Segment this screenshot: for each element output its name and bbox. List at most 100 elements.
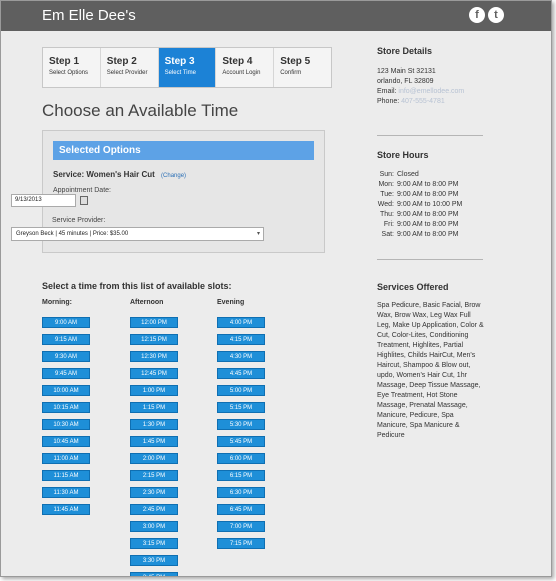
time-slot-button[interactable]: 12:30 PM (130, 351, 178, 362)
afternoon-label: Afternoon (130, 299, 164, 306)
step-4[interactable]: Step 4 Account Login (216, 48, 275, 87)
afternoon-slots: 12:00 PM 12:15 PM 12:30 PM 12:45 PM 1:00 PM 1… (130, 317, 178, 576)
time-slot-button[interactable]: 10:45 AM (42, 436, 90, 447)
hours-row: Fri: 9:00 AM to 8:00 PM (377, 220, 462, 230)
time-slot-button[interactable]: 5:15 PM (217, 402, 265, 413)
time-slot-button[interactable]: 3:30 PM (130, 555, 178, 566)
time-slot-button[interactable]: 2:30 PM (130, 487, 178, 498)
time-slot-button[interactable]: 1:00 PM (130, 385, 178, 396)
time-slot-button[interactable]: 2:15 PM (130, 470, 178, 481)
service-provider-value: Greyson Beck | 45 minutes | Price: $35.0… (16, 231, 129, 237)
hours-time: Closed (397, 171, 419, 178)
step-subtitle: Account Login (222, 70, 261, 76)
evening-label: Evening (217, 299, 245, 306)
time-slot-button[interactable]: 2:45 PM (130, 504, 178, 515)
time-slot-button[interactable]: 11:00 AM (42, 453, 90, 464)
address-line-2: orlando, FL 32809 (377, 78, 434, 85)
step-subtitle: Select Options (49, 70, 89, 76)
time-slot-button[interactable]: 9:00 AM (42, 317, 90, 328)
time-slot-button[interactable]: 11:45 AM (42, 504, 90, 515)
twitter-icon[interactable]: t (488, 7, 504, 23)
address-line-1: 123 Main St 32131 (377, 68, 436, 75)
time-slot-button[interactable]: 6:45 PM (217, 504, 265, 515)
chevron-down-icon: ▾ (256, 231, 260, 237)
step-1[interactable]: Step 1 Select Options (43, 48, 101, 87)
step-subtitle: Select Provider (106, 70, 148, 76)
hours-day: Sat: (381, 231, 394, 238)
time-slot-button[interactable]: 6:00 PM (217, 453, 265, 464)
time-slot-button[interactable]: 1:15 PM (130, 402, 178, 413)
morning-label: Morning: (42, 299, 72, 306)
step-2[interactable]: Step 2 Select Provider (100, 48, 159, 87)
hours-time: 9:00 AM to 8:00 PM (397, 211, 459, 218)
time-slot-button[interactable]: 4:15 PM (217, 334, 265, 345)
time-slot-button[interactable]: 1:30 PM (130, 419, 178, 430)
phone-label: Phone: (377, 98, 400, 105)
services-title: Services Offered (377, 282, 449, 292)
hours-row: Tue: 9:00 AM to 8:00 PM (377, 190, 462, 200)
email-value[interactable]: info@emellodee.com (398, 88, 464, 95)
change-link[interactable]: (Change) (161, 173, 186, 179)
hours-time: 9:00 AM to 8:00 PM (397, 221, 459, 228)
time-slot-button[interactable]: 7:15 PM (217, 538, 265, 549)
steps-bar: Step 1 Select Options Step 2 Select Provide… (42, 47, 332, 88)
hours-day: Sun: (379, 171, 394, 178)
time-slot-button[interactable]: 1:45 PM (130, 436, 178, 447)
calendar-icon[interactable] (80, 196, 88, 205)
service-provider-select[interactable]: Greyson Beck | 45 minutes | Price: $35.0… (11, 227, 264, 241)
hours-time: 9:00 AM to 8:00 PM (397, 231, 459, 238)
phone-value: 407-555-4781 (401, 98, 445, 105)
time-slot-button[interactable]: 10:15 AM (42, 402, 90, 413)
hours-row: Sun: Closed (377, 170, 462, 180)
time-slot-button[interactable]: 9:30 AM (42, 351, 90, 362)
hours-day: Tue: (380, 191, 394, 198)
time-slot-button[interactable]: 10:30 AM (42, 419, 90, 430)
step-5[interactable]: Step 5 Confirm (274, 48, 331, 87)
hours-time: 9:00 AM to 8:00 PM (397, 191, 459, 198)
time-slot-button[interactable]: 4:00 PM (217, 317, 265, 328)
step-title: Step 2 (106, 56, 137, 67)
page-title: Choose an Available Time (42, 101, 239, 120)
brand-title[interactable]: Em Elle Dee's (42, 7, 136, 24)
time-slot-button[interactable]: 2:00 PM (130, 453, 178, 464)
step-3[interactable]: Step 3 Select Time (158, 48, 217, 87)
evening-slots: 4:00 PM 4:15 PM 4:30 PM 4:45 PM 5:00 PM 5:15 … (217, 317, 265, 549)
step-subtitle: Select Time (164, 70, 196, 76)
time-slot-button[interactable]: 5:45 PM (217, 436, 265, 447)
morning-slots: 9:00 AM 9:15 AM 9:30 AM 9:45 AM 10:00 AM 10:1… (42, 317, 90, 515)
appointment-date-input[interactable]: 9/13/2013 (11, 194, 76, 207)
step-title: Step 5 (280, 56, 311, 67)
time-slot-button[interactable]: 9:45 AM (42, 368, 90, 379)
facebook-icon[interactable]: f (469, 7, 485, 23)
time-slot-button[interactable]: 4:45 PM (217, 368, 265, 379)
time-slot-button[interactable]: 11:30 AM (42, 487, 90, 498)
step-title: Step 3 (164, 56, 195, 67)
slots-title: Select a time from this list of availabl… (42, 281, 232, 291)
store-address: 123 Main St 32131 orlando, FL 32809 Emai… (377, 67, 464, 107)
time-slot-button[interactable]: 5:00 PM (217, 385, 265, 396)
site-header: Em Elle Dee's f t (1, 1, 551, 31)
time-slot-button[interactable]: 5:30 PM (217, 419, 265, 430)
time-slot-button[interactable]: 12:00 PM (130, 317, 178, 328)
time-slot-button[interactable]: 3:15 PM (130, 538, 178, 549)
store-details-title: Store Details (377, 46, 433, 56)
divider (377, 135, 483, 136)
time-slot-button[interactable]: 11:15 AM (42, 470, 90, 481)
time-slot-button[interactable]: 7:00 PM (217, 521, 265, 532)
social-links: f t (469, 7, 504, 23)
time-slot-button[interactable]: 9:15 AM (42, 334, 90, 345)
time-slot-button[interactable]: 3:45 PM (130, 572, 178, 576)
store-hours-list: Sun: Closed Mon: 9:00 AM to 8:00 PM Tue: 9:00… (377, 170, 463, 240)
time-slot-button[interactable]: 3:00 PM (130, 521, 178, 532)
divider (377, 259, 483, 260)
hours-day: Mon: (378, 181, 394, 188)
time-slot-button[interactable]: 12:45 PM (130, 368, 178, 379)
time-slot-button[interactable]: 10:00 AM (42, 385, 90, 396)
time-slot-button[interactable]: 4:30 PM (217, 351, 265, 362)
time-slot-button[interactable]: 12:15 PM (130, 334, 178, 345)
service-line: Service: Women's Hair Cut (Change) (53, 170, 186, 179)
time-slot-button[interactable]: 6:15 PM (217, 470, 265, 481)
hours-day: Fri: (383, 221, 394, 228)
selected-options-header: Selected Options (53, 141, 314, 160)
time-slot-button[interactable]: 6:30 PM (217, 487, 265, 498)
